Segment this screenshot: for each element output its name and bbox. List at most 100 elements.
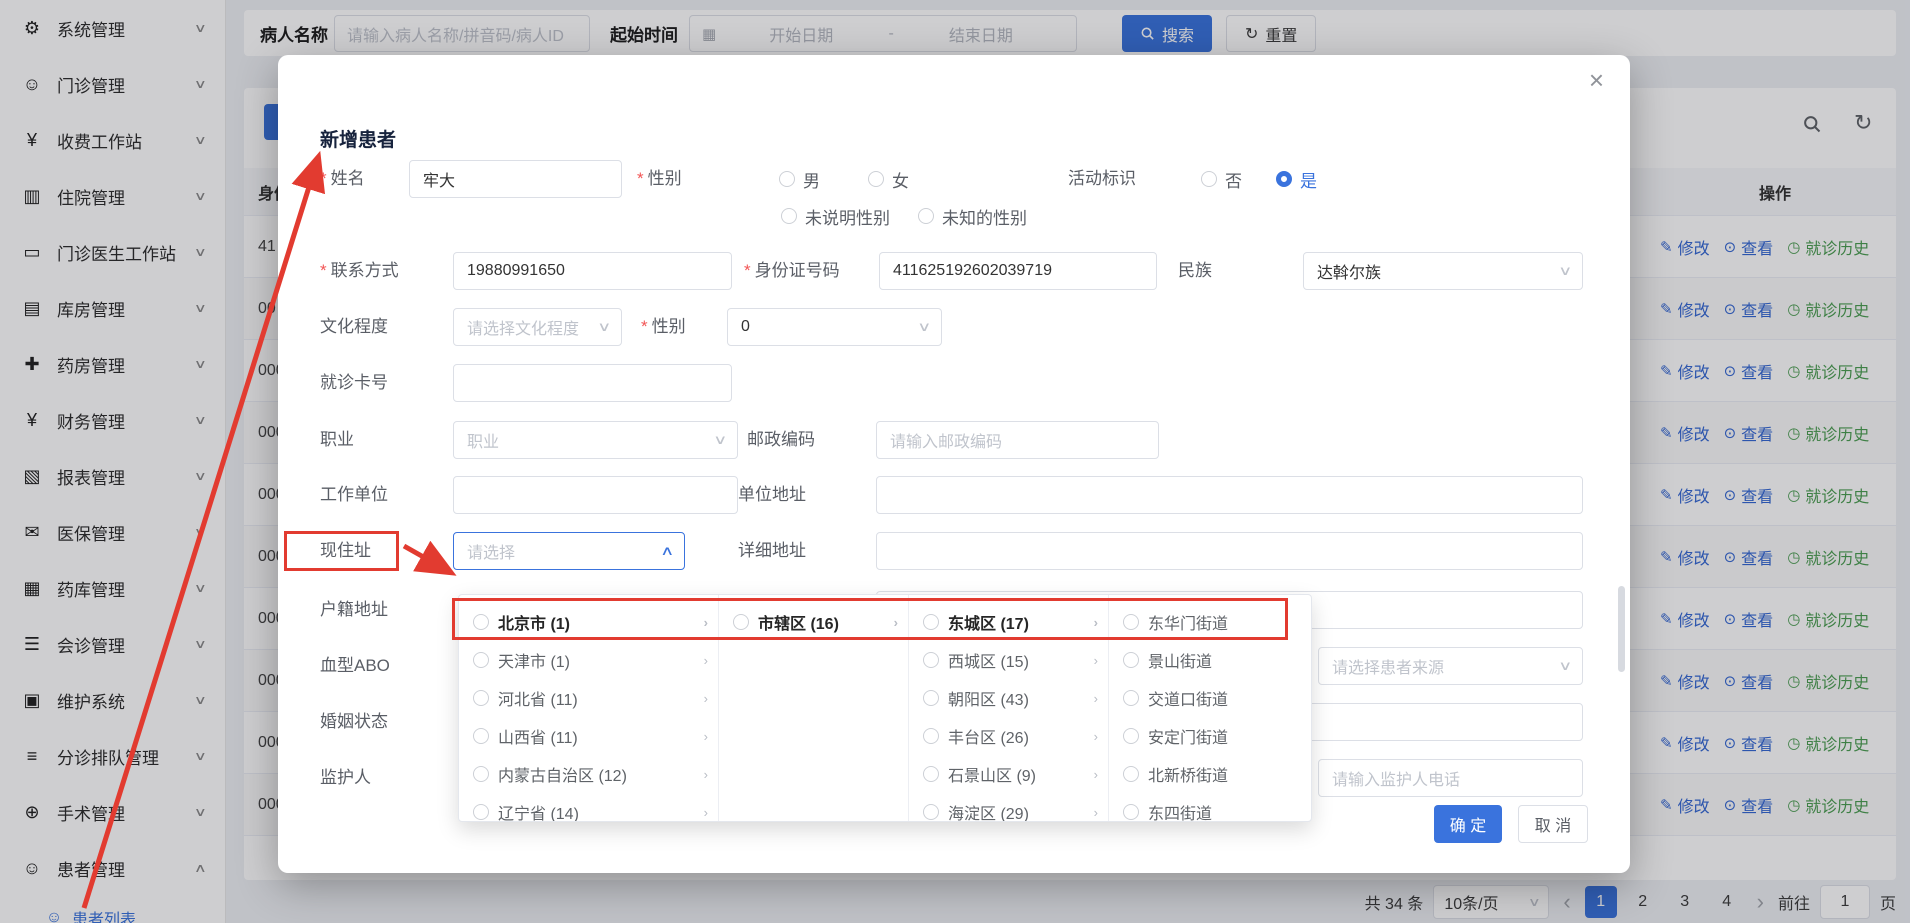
cascader-option-dongsi[interactable]: 东四街道 (1109, 793, 1312, 822)
radio-icon (733, 614, 749, 630)
gender-label: *性别 (637, 168, 682, 190)
cascader-option-chaoyang[interactable]: 朝阳区 (43)› (909, 679, 1108, 717)
cascader-option-haidian[interactable]: 海淀区 (29)› (909, 793, 1108, 822)
marital-status-label: 婚姻状态 (320, 711, 388, 733)
ethnicity-select[interactable]: 达斡尔族∨ (1303, 252, 1583, 290)
chevron-down-icon: ∨ (909, 319, 932, 335)
cascader-option-hebei[interactable]: 河北省 (11)› (459, 679, 718, 717)
cascader-option-jiaodaokou[interactable]: 交道口街道 (1109, 679, 1312, 717)
chevron-right-icon: › (1094, 767, 1098, 782)
guardian-phone-input[interactable]: 请输入监护人电话 (1318, 759, 1583, 797)
unit-address-label: 单位地址 (738, 484, 806, 506)
radio-icon (1123, 614, 1139, 630)
cascader-option-xicheng[interactable]: 西城区 (15)› (909, 641, 1108, 679)
gender-radio-male[interactable]: 男 (779, 168, 820, 190)
radio-icon (918, 208, 934, 224)
chevron-right-icon: › (1094, 729, 1098, 744)
radio-icon (1123, 728, 1139, 744)
patient-source-select[interactable]: 请选择患者来源∨ (1318, 647, 1583, 685)
cascader-option-fengtai[interactable]: 丰台区 (26)› (909, 717, 1108, 755)
radio-icon (473, 652, 489, 668)
cascader-city-column: 市辖区 (16)› (719, 595, 909, 821)
cascader-district-column: 东城区 (17)› 西城区 (15)› 朝阳区 (43)› 丰台区 (26)› … (909, 595, 1109, 821)
chevron-right-icon: › (704, 653, 708, 668)
chevron-right-icon: › (1094, 653, 1098, 668)
unit-address-input[interactable] (876, 476, 1583, 514)
close-icon[interactable]: × (1589, 67, 1604, 93)
radio-icon (779, 171, 795, 187)
radio-icon (473, 614, 489, 630)
blood-type-label: 血型ABO (320, 655, 390, 677)
add-patient-dialog: 新增患者 × *姓名 牢大 *性别 男 女 活动标识 否 是 未说明性别 未知的… (278, 55, 1630, 873)
household-address-label: 户籍地址 (320, 599, 388, 621)
cascader-option-liaoning[interactable]: 辽宁省 (14)› (459, 793, 718, 822)
active-flag-label: 活动标识 (1068, 168, 1136, 190)
chevron-right-icon: › (704, 767, 708, 782)
cascader-option-shanxi[interactable]: 山西省 (11)› (459, 717, 718, 755)
work-unit-input[interactable] (453, 476, 738, 514)
active-radio-no[interactable]: 否 (1201, 168, 1242, 190)
education-label: 文化程度 (320, 316, 388, 338)
cancel-button[interactable]: 取 消 (1518, 805, 1588, 843)
cascader-option-beijing[interactable]: 北京市 (1)› (459, 603, 718, 641)
gender-radio-unknown[interactable]: 未知的性别 (918, 205, 1027, 227)
required-asterisk: * (320, 261, 327, 280)
radio-icon (473, 728, 489, 744)
contact-label: *联系方式 (320, 260, 399, 282)
chevron-right-icon: › (1094, 691, 1098, 706)
cascader-option-andingmen[interactable]: 安定门街道 (1109, 717, 1312, 755)
chevron-right-icon: › (1094, 805, 1098, 820)
detail-address-input[interactable] (876, 532, 1583, 570)
radio-icon (781, 208, 797, 224)
cascader-option-shixiaqu[interactable]: 市辖区 (16)› (719, 603, 908, 641)
cascader-province-column: 北京市 (1)› 天津市 (1)› 河北省 (11)› 山西省 (11)› 内蒙… (459, 595, 719, 821)
radio-icon (473, 690, 489, 706)
gender2-select[interactable]: 0∨ (727, 308, 942, 346)
chevron-right-icon: › (704, 805, 708, 820)
cascader-street-column: 东华门街道 景山街道 交道口街道 安定门街道 北新桥街道 东四街道 (1109, 595, 1312, 821)
chevron-up-icon: ∧ (652, 543, 675, 559)
chevron-right-icon: › (894, 615, 898, 630)
radio-icon (868, 171, 884, 187)
cascader-option-dongcheng[interactable]: 东城区 (17)› (909, 603, 1108, 641)
education-select[interactable]: 请选择文化程度∨ (453, 308, 622, 346)
app-screen: ⚙系统管理∨ ☺门诊管理∨ ¥收费工作站∨ ▥住院管理∨ ▭门诊医生工作站∨ ▤… (0, 0, 1910, 923)
cascader-option-tianjin[interactable]: 天津市 (1)› (459, 641, 718, 679)
chevron-right-icon: › (704, 615, 708, 630)
postal-input[interactable]: 请输入邮政编码 (876, 421, 1159, 459)
radio-icon (923, 614, 939, 630)
visit-card-input[interactable] (453, 364, 732, 402)
radio-icon (923, 690, 939, 706)
active-radio-yes[interactable]: 是 (1276, 168, 1317, 190)
chevron-down-icon: ∨ (705, 432, 728, 448)
name-label: *姓名 (320, 168, 365, 190)
chevron-right-icon: › (704, 729, 708, 744)
cascader-option-beixinqiao[interactable]: 北新桥街道 (1109, 755, 1312, 793)
confirm-button[interactable]: 确 定 (1434, 805, 1502, 843)
gender-radio-female[interactable]: 女 (868, 168, 909, 190)
cascader-option-neimenggu[interactable]: 内蒙古自治区 (12)› (459, 755, 718, 793)
required-asterisk: * (641, 317, 648, 336)
idcard-input[interactable]: 411625192602039719 (879, 252, 1157, 290)
address-cascader-dropdown: 北京市 (1)› 天津市 (1)› 河北省 (11)› 山西省 (11)› 内蒙… (458, 594, 1312, 822)
cascader-option-donghuamen[interactable]: 东华门街道 (1109, 603, 1312, 641)
chevron-down-icon: ∨ (1550, 658, 1573, 674)
contact-input[interactable]: 19880991650 (453, 252, 732, 290)
ethnicity-label: 民族 (1178, 260, 1212, 282)
cascader-option-shijingshan[interactable]: 石景山区 (9)› (909, 755, 1108, 793)
gender-radio-unspecified[interactable]: 未说明性别 (781, 205, 890, 227)
radio-icon (1201, 171, 1217, 187)
required-asterisk: * (637, 169, 644, 188)
radio-icon (923, 652, 939, 668)
current-address-label: 现住址 (320, 540, 371, 562)
detail-address-label: 详细地址 (738, 540, 806, 562)
guardian-label: 监护人 (320, 767, 371, 789)
occupation-select[interactable]: 职业∨ (453, 421, 738, 459)
current-address-select[interactable]: 请选择∧ (453, 532, 685, 570)
chevron-down-icon: ∨ (589, 319, 612, 335)
dialog-title: 新增患者 (320, 125, 396, 152)
required-asterisk: * (320, 169, 327, 188)
name-input[interactable]: 牢大 (409, 160, 622, 198)
dialog-scrollbar[interactable] (1618, 586, 1625, 672)
cascader-option-jingshan[interactable]: 景山街道 (1109, 641, 1312, 679)
